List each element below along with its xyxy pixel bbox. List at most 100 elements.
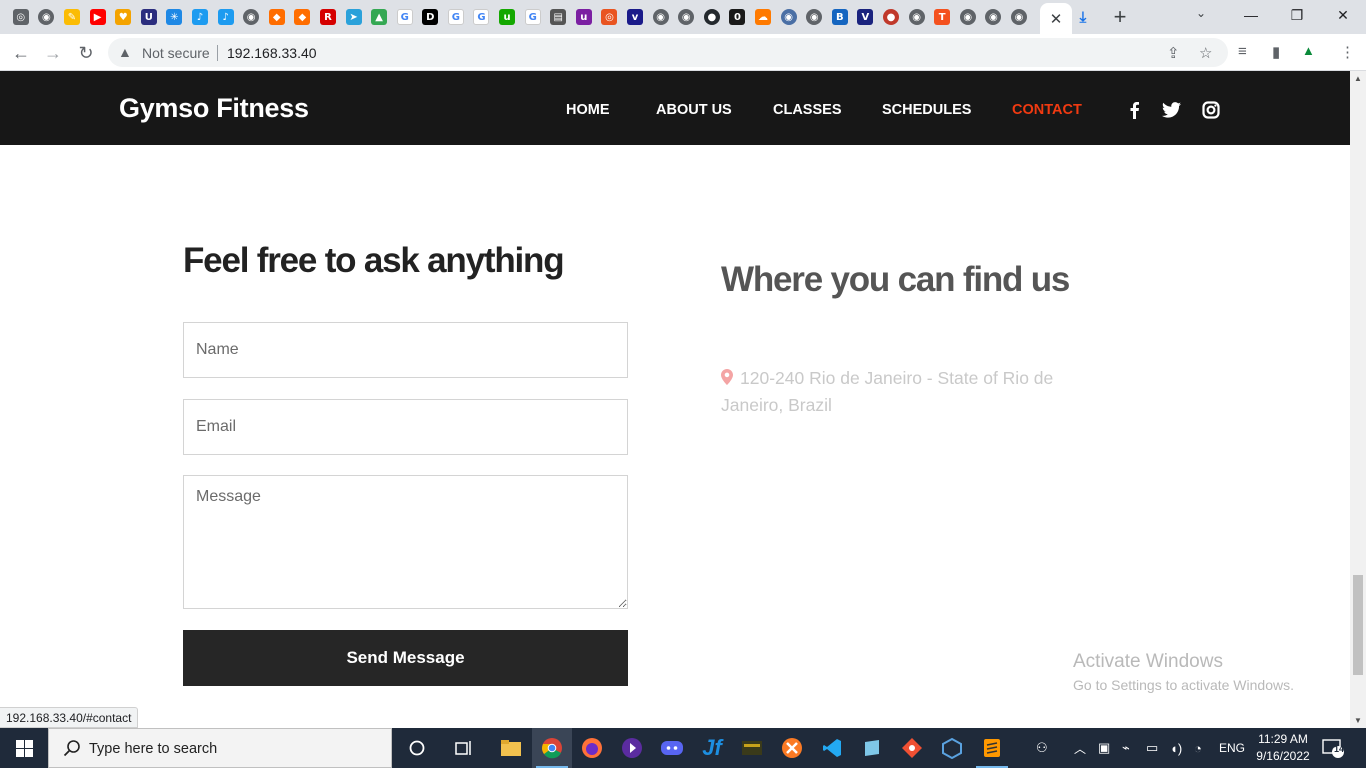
close-window-button[interactable]: ✕: [1320, 0, 1366, 30]
alpari-icon[interactable]: [732, 728, 772, 768]
pinned-tab[interactable]: ✳: [162, 5, 188, 29]
url-text[interactable]: 192.168.33.40: [227, 45, 317, 61]
nav-home[interactable]: Home: [566, 102, 610, 120]
wifi-icon[interactable]: ◔: [1194, 728, 1202, 768]
discord-icon[interactable]: [652, 728, 692, 768]
show-hidden-icons[interactable]: ︿: [1074, 728, 1086, 768]
volume-icon[interactable]: ◖): [1170, 728, 1182, 768]
share-icon[interactable]: ⇪: [1167, 44, 1180, 62]
back-icon[interactable]: ←: [9, 41, 33, 65]
instagram-icon[interactable]: [1201, 100, 1221, 120]
pinned-tab[interactable]: G: [443, 5, 469, 29]
file-explorer-icon[interactable]: [491, 728, 531, 768]
security-label[interactable]: Not secure: [142, 45, 210, 61]
people-icon[interactable]: ⚇: [1036, 728, 1056, 768]
email-input[interactable]: [183, 399, 628, 455]
nav-classes[interactable]: Classes: [773, 102, 842, 120]
nav-about-us[interactable]: About Us: [656, 102, 732, 120]
task-view-icon[interactable]: [444, 728, 484, 768]
pinned-tab[interactable]: ▲: [366, 5, 392, 29]
menu-icon[interactable]: ⋮: [1340, 43, 1355, 61]
pinned-tab[interactable]: ●: [699, 5, 725, 29]
facebook-icon[interactable]: [1124, 100, 1144, 120]
vscode-icon[interactable]: [812, 728, 852, 768]
pinned-tab[interactable]: u: [494, 5, 520, 29]
battery-icon[interactable]: ▭: [1146, 728, 1158, 768]
twitter-icon[interactable]: [1161, 100, 1181, 120]
new-tab-button[interactable]: +: [1108, 4, 1132, 29]
pinned-tab[interactable]: ▶: [85, 5, 111, 29]
pinned-tab[interactable]: ◉: [1006, 5, 1032, 29]
pinned-tab[interactable]: B: [827, 5, 853, 29]
nav-contact[interactable]: Contact: [1012, 102, 1082, 120]
language-indicator[interactable]: ENG: [1219, 728, 1245, 768]
meet-now-icon[interactable]: ▣: [1098, 728, 1110, 768]
pinned-tab[interactable]: R: [315, 5, 341, 29]
bookmark-star-icon[interactable]: ☆: [1199, 44, 1212, 62]
download-tab-icon[interactable]: ⤓: [1074, 8, 1092, 26]
start-button[interactable]: [0, 728, 48, 768]
pinned-tab[interactable]: ◉: [673, 5, 699, 29]
active-tab[interactable]: ✕: [1040, 3, 1072, 34]
close-tab-icon[interactable]: ✕: [1050, 10, 1063, 28]
action-center-icon[interactable]: 14: [1322, 738, 1344, 758]
tab-search-icon[interactable]: ⌄: [1196, 6, 1206, 20]
pinned-tab[interactable]: V: [853, 5, 879, 29]
pinned-tab[interactable]: ♪: [213, 5, 239, 29]
pinned-tab[interactable]: ♪: [187, 5, 213, 29]
pinned-tab[interactable]: ◉: [238, 5, 264, 29]
address-bar[interactable]: ▲ Not secure 192.168.33.40 ⇪ ☆: [108, 38, 1228, 67]
site-brand[interactable]: Gymso Fitness: [119, 93, 309, 124]
nav-schedules[interactable]: Schedules: [882, 102, 971, 120]
scroll-thumb[interactable]: [1353, 575, 1363, 675]
send-message-button[interactable]: Send Message: [183, 630, 628, 686]
podcast-app-icon[interactable]: [612, 728, 652, 768]
pinned-tab[interactable]: ◉: [34, 5, 60, 29]
pinned-tab[interactable]: ◉: [648, 5, 674, 29]
pinned-tab[interactable]: v: [622, 5, 648, 29]
pinned-tab[interactable]: G: [392, 5, 418, 29]
pinned-tab[interactable]: ♥: [110, 5, 136, 29]
minimize-button[interactable]: —: [1228, 0, 1274, 30]
name-input[interactable]: [183, 322, 628, 378]
scroll-up-icon[interactable]: ▲: [1354, 74, 1362, 83]
pinned-tab[interactable]: 0: [725, 5, 751, 29]
pinned-tab[interactable]: ●: [878, 5, 904, 29]
reload-icon[interactable]: ↻: [74, 41, 98, 65]
pinned-tab[interactable]: ◉: [776, 5, 802, 29]
pinned-tab[interactable]: ◎: [8, 5, 34, 29]
pinned-tab[interactable]: ◉: [904, 5, 930, 29]
pinned-tab[interactable]: D: [418, 5, 444, 29]
forward-icon[interactable]: →: [41, 41, 65, 65]
cortana-icon[interactable]: [397, 728, 437, 768]
pinned-tab[interactable]: G: [469, 5, 495, 29]
warning-icon[interactable]: ▲: [118, 44, 132, 60]
pinned-tab[interactable]: G: [520, 5, 546, 29]
side-panel-icon[interactable]: ▮: [1272, 43, 1280, 61]
pinned-tab[interactable]: ▤: [545, 5, 571, 29]
pinned-tab[interactable]: ☁: [750, 5, 776, 29]
pinned-tab[interactable]: ◎: [597, 5, 623, 29]
page-scrollbar[interactable]: ▲ ▼: [1350, 71, 1366, 728]
chrome-taskbar-icon[interactable]: [532, 728, 572, 768]
network-off-icon[interactable]: ⌁: [1122, 728, 1130, 768]
pinned-tab[interactable]: ◉: [981, 5, 1007, 29]
pinned-tab[interactable]: ◉: [955, 5, 981, 29]
taskbar-search[interactable]: Type here to search: [48, 728, 392, 768]
notes-icon[interactable]: [852, 728, 892, 768]
jf-app-icon[interactable]: Jf: [692, 728, 732, 768]
virtualbox-icon[interactable]: [932, 728, 972, 768]
firefox-icon[interactable]: [572, 728, 612, 768]
pinned-tab[interactable]: ◆: [264, 5, 290, 29]
scroll-down-icon[interactable]: ▼: [1354, 716, 1362, 725]
reading-list-icon[interactable]: ≡: [1238, 43, 1247, 60]
pinned-tab[interactable]: ◆: [290, 5, 316, 29]
xampp-icon[interactable]: [772, 728, 812, 768]
system-clock[interactable]: 11:29 AM 9/16/2022: [1250, 731, 1316, 765]
sublime-icon[interactable]: [972, 728, 1012, 768]
pinned-tab[interactable]: U: [136, 5, 162, 29]
pinned-tab[interactable]: ➤: [341, 5, 367, 29]
pinned-tab[interactable]: ◉: [801, 5, 827, 29]
message-textarea[interactable]: [183, 475, 628, 609]
extension-icon[interactable]: ▲: [1302, 43, 1315, 58]
